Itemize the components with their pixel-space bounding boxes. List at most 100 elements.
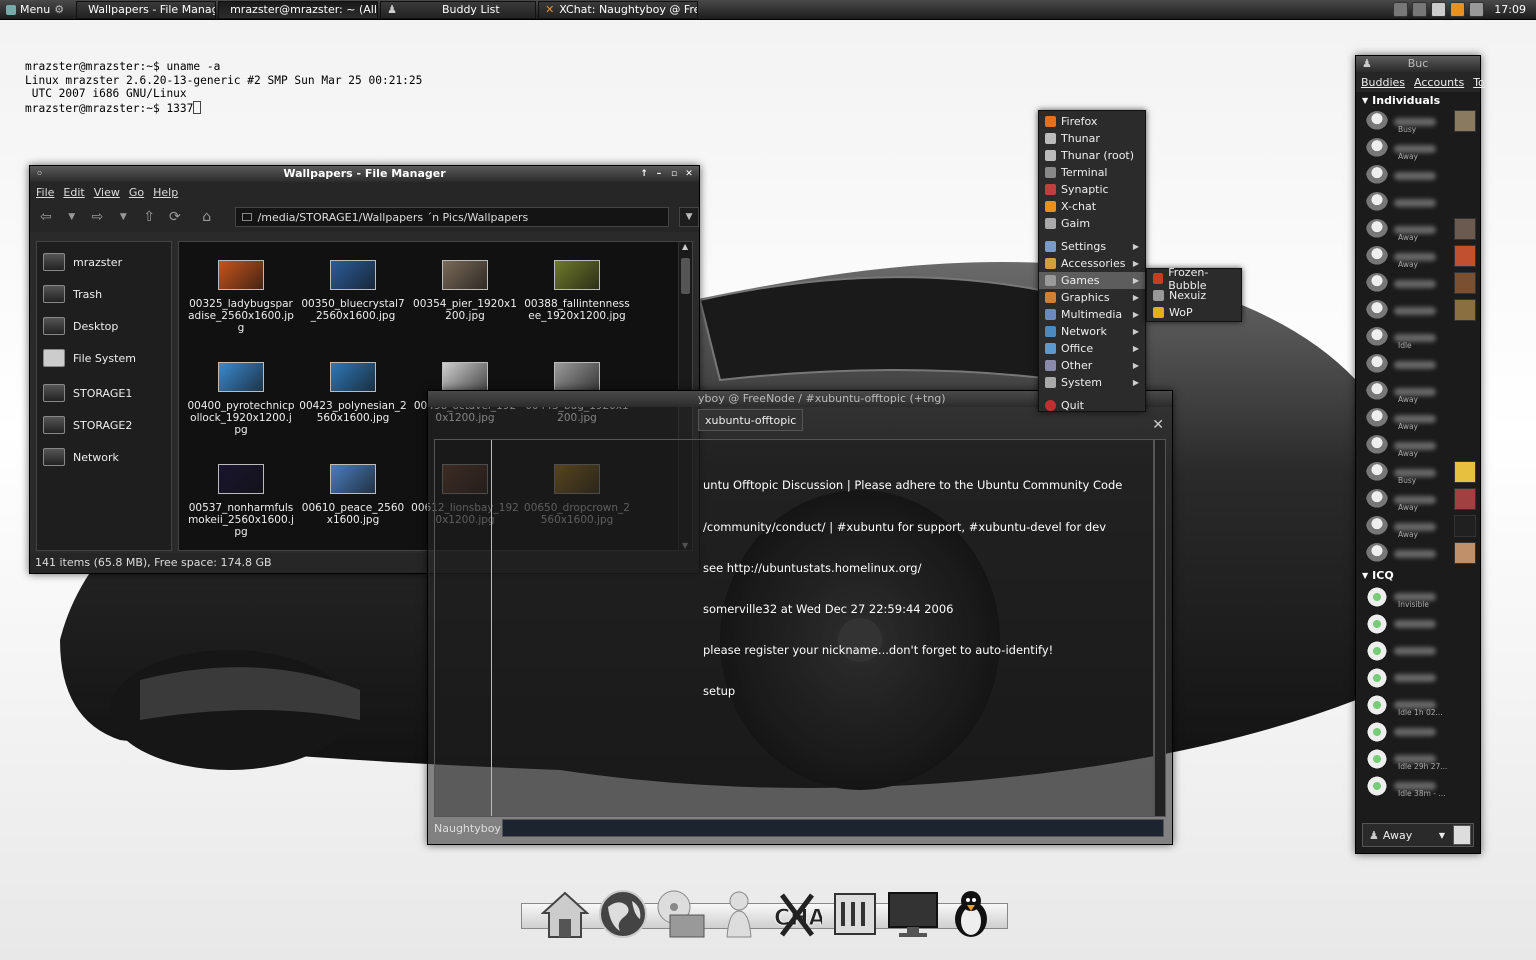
menu-accounts[interactable]: Accounts	[1414, 76, 1464, 89]
menu-button[interactable]: Menu ⚙	[0, 0, 70, 20]
buddy-row[interactable]	[1356, 540, 1480, 567]
tux-icon[interactable]	[945, 888, 997, 940]
message-input[interactable]	[502, 819, 1164, 837]
buddy-row[interactable]: Idle 29h 27...	[1356, 745, 1480, 772]
task-file-manager[interactable]: Wallpapers - File Manager	[76, 0, 217, 19]
task-xchat[interactable]: ✕ XChat: Naughtyboy @ Fre...	[538, 0, 699, 19]
globe-icon[interactable]	[597, 888, 649, 940]
menu-category-other[interactable]: Other ▶	[1039, 357, 1145, 374]
place-filesystem[interactable]: File System	[37, 342, 171, 374]
menu-item-thunar[interactable]: Thunar	[1039, 130, 1145, 147]
gaim-icon[interactable]	[713, 888, 765, 940]
buddy-row[interactable]: Away	[1356, 513, 1480, 540]
task-terminal[interactable]: mrazster@mrazster: ~ (All...	[218, 0, 379, 19]
menu-category-system[interactable]: System ▶	[1039, 374, 1145, 391]
task-buddy-list[interactable]: ♟ Buddy List	[380, 0, 537, 19]
buddy-row[interactable]: Idle 38m - ...	[1356, 772, 1480, 799]
maximize-button[interactable]: ▫	[668, 168, 680, 180]
nick-button[interactable]: Naughtyboy	[434, 822, 501, 835]
drives-icon[interactable]	[655, 888, 707, 940]
location-field[interactable]: /media/STORAGE1/Wallpapers ´n Pics/Wallp…	[234, 207, 670, 227]
file-item[interactable]: 00350_bluecrystal7_2560x1600.jpg	[297, 256, 409, 344]
tab-channel[interactable]: xubuntu-offtopic	[698, 409, 804, 431]
buddy-row[interactable]: Away	[1356, 135, 1480, 162]
xchat-tray-icon[interactable]	[1450, 2, 1466, 17]
file-item[interactable]: 00388_fallintenness ee_1920x1200.jpg	[521, 256, 633, 344]
place-home[interactable]: mrazster	[37, 246, 171, 278]
buddy-row[interactable]	[1356, 664, 1480, 691]
reload-icon[interactable]: ⟳	[167, 209, 183, 225]
close-button[interactable]: ✕	[683, 168, 695, 180]
file-item[interactable]: 00537_nonharmfulsmokeii_2560x1600.jpg	[185, 460, 297, 548]
menu-item-firefox[interactable]: Firefox	[1039, 113, 1145, 130]
buddy-row[interactable]	[1356, 351, 1480, 378]
chat-text-area[interactable]: untu Offtopic Discussion | Please adhere…	[434, 439, 1154, 817]
buddy-row[interactable]: Away	[1356, 432, 1480, 459]
menu-file[interactable]: File	[36, 186, 54, 199]
back-icon[interactable]: ⇦	[38, 209, 54, 225]
menu-item-gaim[interactable]: Gaim	[1039, 215, 1145, 232]
location-dropdown[interactable]: ▼	[679, 207, 699, 227]
buddy-row[interactable]: Invisible	[1356, 583, 1480, 610]
buddy-row[interactable]: Away	[1356, 378, 1480, 405]
status-selector[interactable]: ♟ Away ▼	[1362, 823, 1474, 847]
menu-category-network[interactable]: Network ▶	[1039, 323, 1145, 340]
volume-storage2[interactable]: STORAGE2	[37, 409, 171, 441]
file-item[interactable]: 00423_polynesian_2560x1600.jpg	[297, 358, 409, 446]
buddy-row[interactable]	[1356, 270, 1480, 297]
back-history-icon[interactable]: ▼	[64, 209, 80, 225]
buddy-row[interactable]: Busy	[1356, 108, 1480, 135]
menu-item-thunar-root[interactable]: Thunar (root)	[1039, 147, 1145, 164]
menu-edit[interactable]: Edit	[63, 186, 84, 199]
file-item[interactable]: 00325_ladybugsparadise_2560x1600.jpg	[185, 256, 297, 344]
chat-scrollbar[interactable]	[1154, 439, 1166, 817]
menu-item-wop[interactable]: WoP	[1147, 304, 1241, 321]
buddy-row[interactable]: Idle	[1356, 324, 1480, 351]
scroll-up-icon[interactable]: ▲	[682, 242, 688, 251]
home-icon[interactable]	[539, 888, 591, 940]
buddy-row[interactable]: Away	[1356, 486, 1480, 513]
minimize-button[interactable]: –	[653, 168, 665, 180]
menu-item-frozen-bubble[interactable]: Frozen-Bubble	[1147, 266, 1241, 292]
update-icon[interactable]	[1431, 2, 1447, 17]
menu-view[interactable]: View	[94, 186, 120, 199]
buddy-row[interactable]: Idle 1h 02...	[1356, 691, 1480, 718]
group-individuals[interactable]: ▼ Individuals	[1356, 92, 1480, 108]
shade-button[interactable]: ↑	[638, 168, 650, 180]
buddy-row[interactable]	[1356, 297, 1480, 324]
menu-item-synaptic[interactable]: Synaptic	[1039, 181, 1145, 198]
menu-go[interactable]: Go	[129, 186, 144, 199]
buddy-list-titlebar[interactable]: ♟ Buc	[1356, 56, 1480, 72]
gaim-tray-icon[interactable]	[1469, 2, 1485, 17]
place-trash[interactable]: Trash	[37, 278, 171, 310]
buddy-row[interactable]: Away	[1356, 216, 1480, 243]
place-desktop[interactable]: Desktop	[37, 310, 171, 342]
own-avatar[interactable]	[1453, 825, 1471, 845]
menu-help[interactable]: Help	[153, 186, 178, 199]
menu-item-quit[interactable]: Quit	[1039, 397, 1145, 414]
file-item[interactable]: 00400_pyrotechnicpollock_1920x1200.jpg	[185, 358, 297, 446]
network-icon[interactable]	[1393, 2, 1409, 17]
menu-category-games[interactable]: Games ▶	[1039, 272, 1145, 289]
menu-item-x-chat[interactable]: X-chat	[1039, 198, 1145, 215]
file-manager-titlebar[interactable]: ◦ Wallpapers - File Manager ↑ – ▫ ✕	[30, 166, 699, 182]
menu-category-office[interactable]: Office ▶	[1039, 340, 1145, 357]
scroll-thumb[interactable]	[681, 258, 690, 294]
menu-item-nexuiz[interactable]: Nexuiz	[1147, 287, 1241, 304]
buddy-row[interactable]: Away	[1356, 405, 1480, 432]
terminal-output[interactable]: mrazster@mrazster:~$ uname -a Linux mrazs…	[25, 60, 422, 115]
monitor-icon[interactable]	[1412, 2, 1428, 17]
mixer-icon[interactable]	[829, 888, 881, 940]
buddy-row[interactable]	[1356, 718, 1480, 745]
buddy-row[interactable]	[1356, 637, 1480, 664]
volume-network[interactable]: Network	[37, 441, 171, 473]
buddy-row[interactable]	[1356, 162, 1480, 189]
monitor-icon[interactable]	[887, 888, 939, 940]
forward-history-icon[interactable]: ▼	[115, 209, 131, 225]
xchat-icon[interactable]: CHAT	[771, 888, 823, 940]
up-icon[interactable]: ⇧	[141, 209, 157, 225]
buddy-row[interactable]	[1356, 189, 1480, 216]
close-tab-icon[interactable]: ✕	[1152, 417, 1164, 433]
volume-storage1[interactable]: STORAGE1	[37, 377, 171, 409]
menu-tools[interactable]: To	[1473, 76, 1485, 89]
